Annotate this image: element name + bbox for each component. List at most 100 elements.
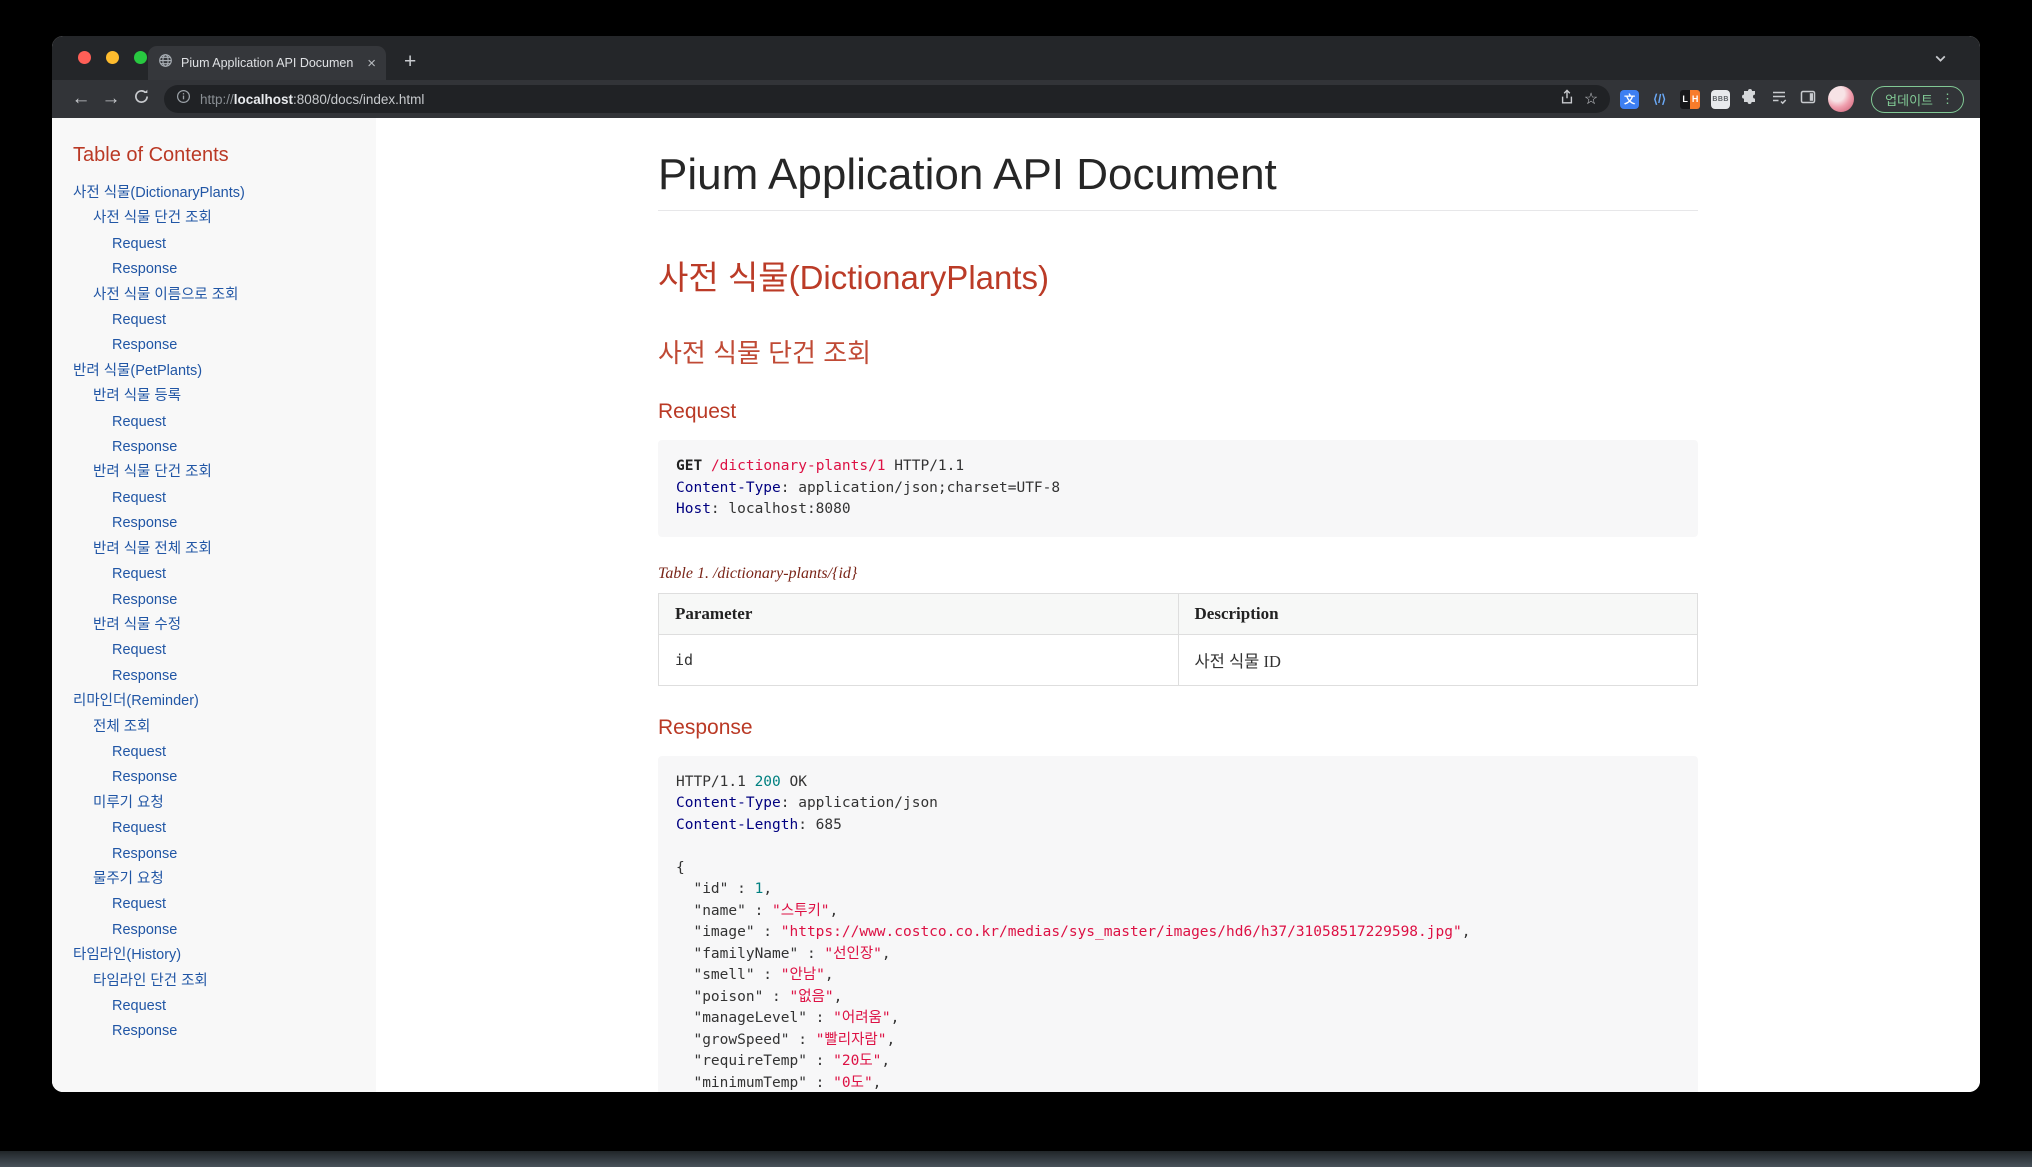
- toc-item[interactable]: Response: [112, 842, 366, 867]
- toc-title: Table of Contents: [73, 144, 229, 166]
- main-content[interactable]: Pium Application API Document 사전 식물(Dict…: [376, 118, 1980, 1092]
- toc-item[interactable]: 반려 식물 전체 조회: [93, 537, 366, 562]
- request-heading: Request: [658, 400, 737, 423]
- response-heading: Response: [658, 715, 753, 739]
- browser-tab[interactable]: Pium Application API Documen ×: [148, 46, 386, 80]
- toc-item[interactable]: 반려 식물 수정: [93, 613, 366, 638]
- toc-item[interactable]: 타임라인(History): [73, 943, 366, 968]
- toc-item[interactable]: Response: [112, 435, 366, 460]
- code-line: "requireTemp" : "20도",: [676, 1053, 891, 1069]
- code-line: "name" : "스투키",: [676, 902, 839, 919]
- url-scheme: http://: [200, 91, 234, 107]
- table-caption: Table 1. /dictionary-plants/{id}: [658, 564, 858, 582]
- tab-search-chevron-icon[interactable]: [1933, 51, 1948, 71]
- back-button[interactable]: ←: [66, 88, 96, 110]
- desktop-wallpaper-strip: [0, 1151, 2032, 1167]
- code-line: "image" : "https://www.costco.co.kr/medi…: [676, 924, 1471, 940]
- code-line: HTTP/1.1 200 OK: [676, 773, 807, 790]
- toc-item[interactable]: Response: [112, 664, 366, 689]
- toc-item[interactable]: 사전 식물 이름으로 조회: [93, 283, 366, 308]
- code-line: "poison" : "없음",: [676, 988, 843, 1005]
- bookmark-star-icon[interactable]: ☆: [1584, 89, 1598, 109]
- toc-item[interactable]: Response: [112, 588, 366, 613]
- toc-item[interactable]: Response: [112, 765, 366, 790]
- api-document: Pium Application API Document 사전 식물(Dict…: [658, 150, 1698, 1092]
- update-button-label: 업데이트: [1885, 92, 1933, 108]
- toc-item[interactable]: Request: [112, 638, 366, 663]
- lh-ext-icon[interactable]: LH: [1680, 89, 1701, 109]
- toc-item[interactable]: Response: [112, 511, 366, 536]
- toc-item[interactable]: Request: [112, 486, 366, 511]
- browser-menu-kebab-icon[interactable]: ⋮: [1941, 91, 1954, 107]
- code-line: Content-Length: 685: [676, 816, 842, 833]
- toc-item[interactable]: Request: [112, 308, 366, 333]
- table-header-cell: Description: [1177, 592, 1698, 635]
- code-line: Content-Type: application/json: [676, 795, 938, 811]
- toc-list: 사전 식물(DictionaryPlants) 사전 식물 단건 조회 Reques…: [73, 181, 366, 1045]
- reading-list-icon[interactable]: [1770, 88, 1788, 111]
- page-viewport: Table of Contents 사전 식물(DictionaryPlants…: [52, 118, 1980, 1092]
- toc-item[interactable]: 타임라인 단건 조회: [93, 969, 366, 994]
- zoom-window-button[interactable]: [134, 51, 147, 64]
- profile-avatar[interactable]: [1828, 86, 1855, 112]
- toc-item[interactable]: Request: [112, 232, 366, 257]
- document-title: Pium Application API Document: [658, 150, 1698, 211]
- tab-title: Pium Application API Documen: [181, 56, 354, 70]
- table-header-cell: Parameter: [658, 592, 1179, 635]
- toc-item[interactable]: Request: [112, 994, 366, 1019]
- toc-item[interactable]: 사전 식물(DictionaryPlants): [73, 181, 366, 206]
- url-path: :8080/docs/index.html: [293, 91, 425, 107]
- toc-item[interactable]: Request: [112, 816, 366, 841]
- close-window-button[interactable]: [78, 51, 91, 64]
- toc-item[interactable]: Response: [112, 918, 366, 943]
- toc-item[interactable]: Request: [112, 410, 366, 435]
- toc-item[interactable]: Request: [112, 892, 366, 917]
- close-tab-icon[interactable]: ×: [367, 56, 376, 71]
- reload-button[interactable]: [126, 88, 156, 111]
- forward-button[interactable]: →: [96, 88, 126, 110]
- tab-strip: Pium Application API Documen × +: [52, 36, 1980, 80]
- keyboard-ext-icon[interactable]: BBB: [1711, 89, 1731, 109]
- toc-item[interactable]: Request: [112, 740, 366, 765]
- toc-item[interactable]: 반려 식물 등록: [93, 384, 366, 409]
- share-icon[interactable]: [1559, 88, 1575, 110]
- browser-toolbar: ← → http://localhost:8080/docs/index.htm…: [52, 80, 1980, 118]
- code-line: "manageLevel" : "어려움",: [676, 1010, 900, 1026]
- update-button[interactable]: 업데이트 ⋮: [1871, 85, 1964, 113]
- toc-item[interactable]: 리마인더(Reminder): [73, 689, 366, 714]
- subsection-heading-single-lookup: 사전 식물 단건 조회: [658, 338, 872, 368]
- lh-ext-right: H: [1690, 89, 1701, 109]
- extensions-puzzle-icon[interactable]: [1741, 88, 1759, 111]
- side-panel-icon[interactable]: [1799, 88, 1817, 111]
- toc-item[interactable]: Response: [112, 333, 366, 358]
- site-info-icon[interactable]: [176, 89, 191, 109]
- code-line: {: [676, 859, 685, 876]
- request-code-block: GET /dictionary-plants/1 HTTP/1.1 Content…: [658, 440, 1698, 537]
- section-heading-dictionary-plants: 사전 식물(DictionaryPlants): [658, 259, 1050, 296]
- table-row: id 사전 식물 ID: [658, 633, 1698, 686]
- param-table-head-row: Parameter Description: [658, 592, 1698, 635]
- new-tab-button[interactable]: +: [404, 48, 416, 76]
- toc-item[interactable]: Request: [112, 562, 366, 587]
- toc-item[interactable]: Response: [112, 257, 366, 282]
- globe-favicon-icon: [158, 53, 173, 73]
- param-cell: id: [658, 633, 1179, 686]
- toc-item[interactable]: 물주기 요청: [93, 867, 366, 892]
- code-line: "growSpeed" : "빨리자람",: [676, 1031, 896, 1048]
- toc-item[interactable]: Response: [112, 1019, 366, 1044]
- toc-item[interactable]: 전체 조회: [93, 715, 366, 740]
- extension-area: 文 ⟨/⟩ LH BBB 업데이트 ⋮: [1620, 85, 1964, 113]
- toc-item[interactable]: 반려 식물(PetPlants): [73, 359, 366, 384]
- code-line: "familyName" : "선인장",: [676, 945, 891, 962]
- description-cell: 사전 식물 ID: [1177, 633, 1698, 686]
- url-host: localhost: [233, 91, 294, 107]
- toc-item[interactable]: 미루기 요청: [93, 791, 366, 816]
- toc-item[interactable]: 반려 식물 단건 조회: [93, 460, 366, 485]
- minimize-window-button[interactable]: [106, 51, 119, 64]
- param-table-body: id 사전 식물 ID: [658, 633, 1698, 686]
- toc-item[interactable]: 사전 식물 단건 조회: [93, 206, 366, 231]
- devtools-ext-icon[interactable]: ⟨/⟩: [1650, 90, 1669, 109]
- translate-ext-icon[interactable]: 文: [1620, 89, 1640, 109]
- address-bar[interactable]: http://localhost:8080/docs/index.html ☆: [164, 85, 1611, 113]
